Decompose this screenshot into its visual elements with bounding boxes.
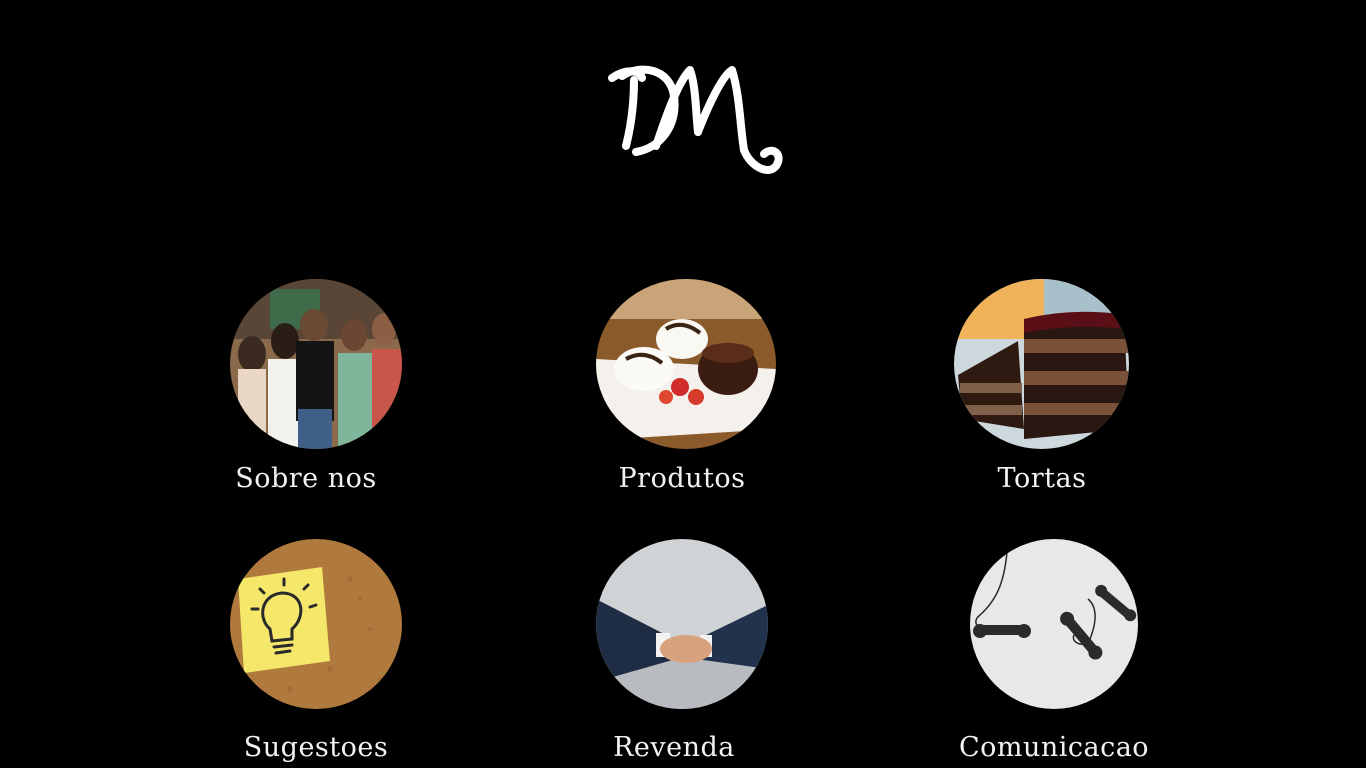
handshake-photo-icon[interactable] [596,539,768,709]
telephones-photo-icon[interactable] [970,539,1138,709]
dm-logo-icon [608,65,783,174]
menu-item-label: Produtos [618,463,746,494]
dm-logo[interactable] [600,56,790,180]
menu-item-label: Comunicacao [958,732,1150,763]
dessert-plate-photo-icon[interactable] [596,279,776,449]
menu-item-label: Tortas [997,463,1087,494]
lightbulb-note-photo-icon[interactable] [230,539,402,709]
menu-item-label: Sugestoes [243,732,389,763]
menu-item-label: Sobre nos [235,463,377,494]
team-photo-icon[interactable] [230,279,402,449]
menu-item-label: Revenda [613,732,735,763]
page: Sobre nos Produtos Tortas Sugestoes Reve… [0,0,1366,768]
chocolate-cake-photo-icon[interactable] [954,279,1129,449]
